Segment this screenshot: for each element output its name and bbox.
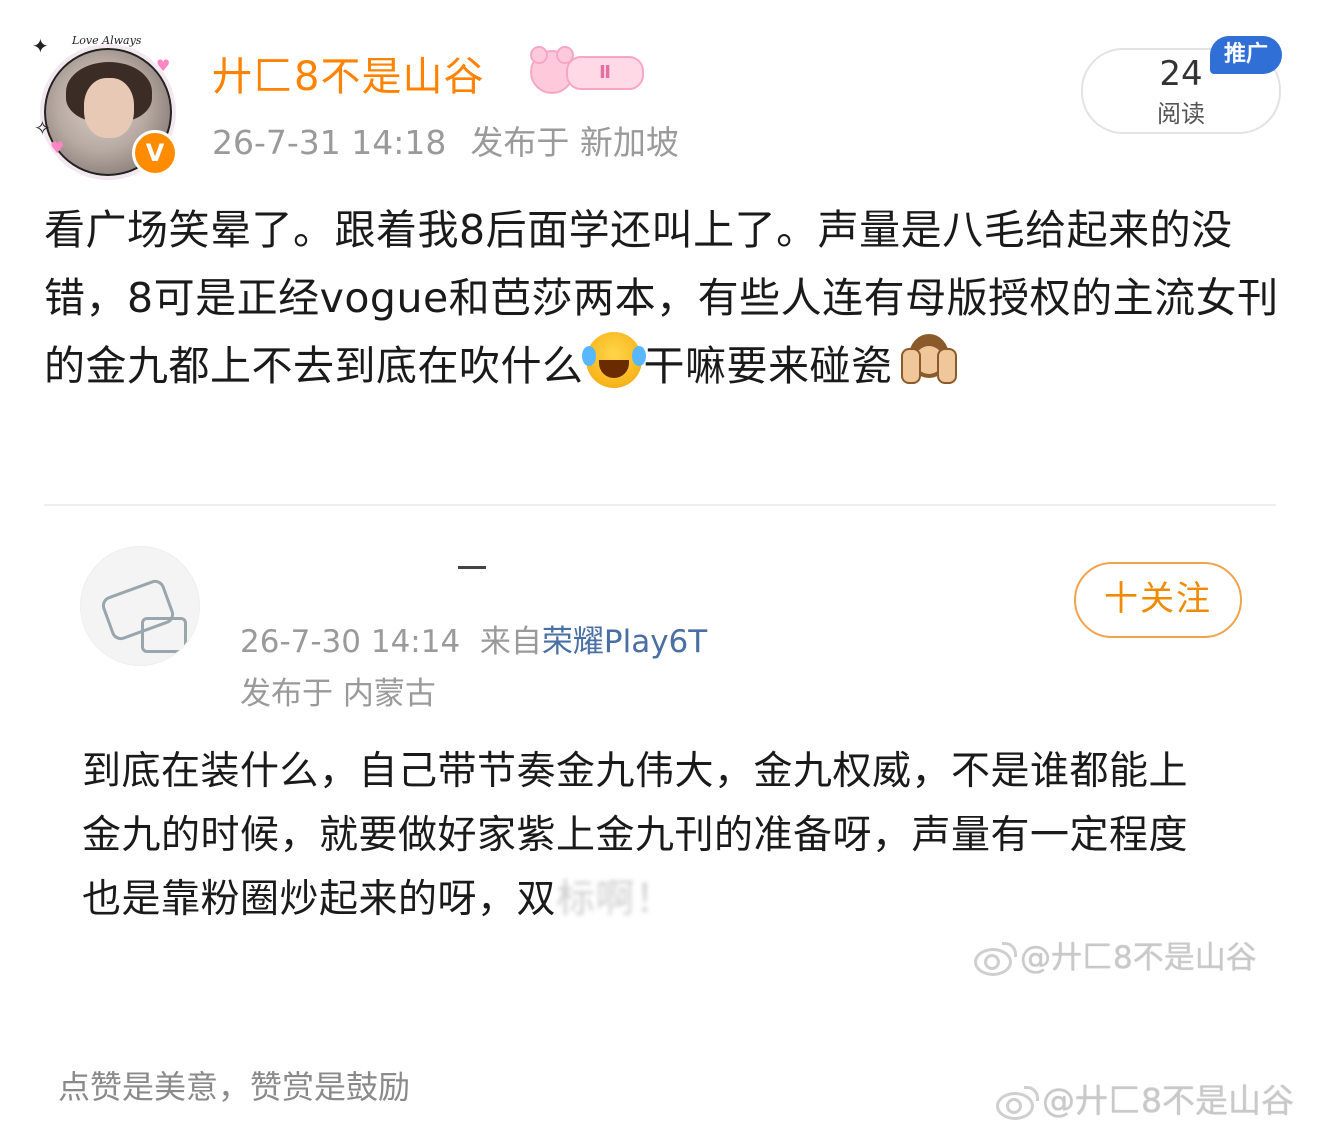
laughing-crying-emoji-icon bbox=[581, 332, 646, 388]
heart-icon: ♥ bbox=[156, 56, 171, 75]
quoted-meta: 26-7-30 14:14 来自荣耀Play6T bbox=[240, 616, 707, 661]
badge-level: Ⅱ bbox=[566, 56, 644, 90]
post-location: 发布于 新加坡 bbox=[470, 123, 679, 162]
reward-note: 点赞是美意，赞赏是鼓励 bbox=[58, 1068, 411, 1106]
read-label: 阅读 bbox=[1157, 100, 1205, 128]
quoted-user-avatar[interactable] bbox=[80, 546, 200, 666]
see-no-evil-monkey-icon bbox=[899, 332, 959, 388]
promo-tag: 推广 bbox=[1210, 36, 1282, 74]
verified-badge-icon: V bbox=[132, 130, 178, 176]
post-date: 26-7-31 14:18 bbox=[212, 123, 447, 162]
watermark: @廾匚8不是山谷 bbox=[972, 932, 1257, 977]
post-text-end: 干嘛要来碰瓷 bbox=[643, 342, 893, 390]
post-body: 看广场笑晕了。跟着我8后面学还叫上了。声量是八毛给起来的没错，8可是正经vogu… bbox=[44, 196, 1294, 400]
weibo-logo-icon bbox=[994, 1086, 1039, 1120]
heart-icon: ♥ bbox=[50, 138, 65, 157]
quoted-location: 发布于 内蒙古 bbox=[240, 676, 436, 712]
avatar-decoration-text: Love Always bbox=[72, 34, 142, 47]
divider bbox=[44, 504, 1276, 506]
star-icon: ✦ bbox=[32, 34, 49, 58]
device-link[interactable]: 荣耀Play6T bbox=[542, 624, 707, 660]
quoted-body: 到底在装什么，自己带节奏金九伟大，金九权威，不是谁都能上金九的时候，就要做好家紫… bbox=[82, 740, 1212, 932]
post-meta: 26-7-31 14:18 发布于 新加坡 bbox=[212, 116, 679, 164]
username[interactable]: 廾匚8不是山谷 bbox=[212, 44, 484, 102]
redacted-username bbox=[458, 566, 486, 569]
watermark: @廾匚8不是山谷 bbox=[994, 1074, 1294, 1122]
member-badge-icon: Ⅱ bbox=[524, 46, 644, 94]
follow-button[interactable]: 十关注 bbox=[1074, 562, 1242, 638]
quoted-date: 26-7-30 14:14 bbox=[240, 624, 461, 660]
user-avatar[interactable]: Love Always ✦ ✧ ♥ ♥ V bbox=[32, 30, 182, 180]
quoted-text-end: 啊！ bbox=[595, 877, 675, 922]
star-icon: ✧ bbox=[34, 116, 51, 140]
weibo-logo-icon bbox=[972, 942, 1017, 976]
source-prefix: 来自 bbox=[479, 624, 542, 660]
quoted-text-blurred: 标 bbox=[556, 877, 596, 922]
